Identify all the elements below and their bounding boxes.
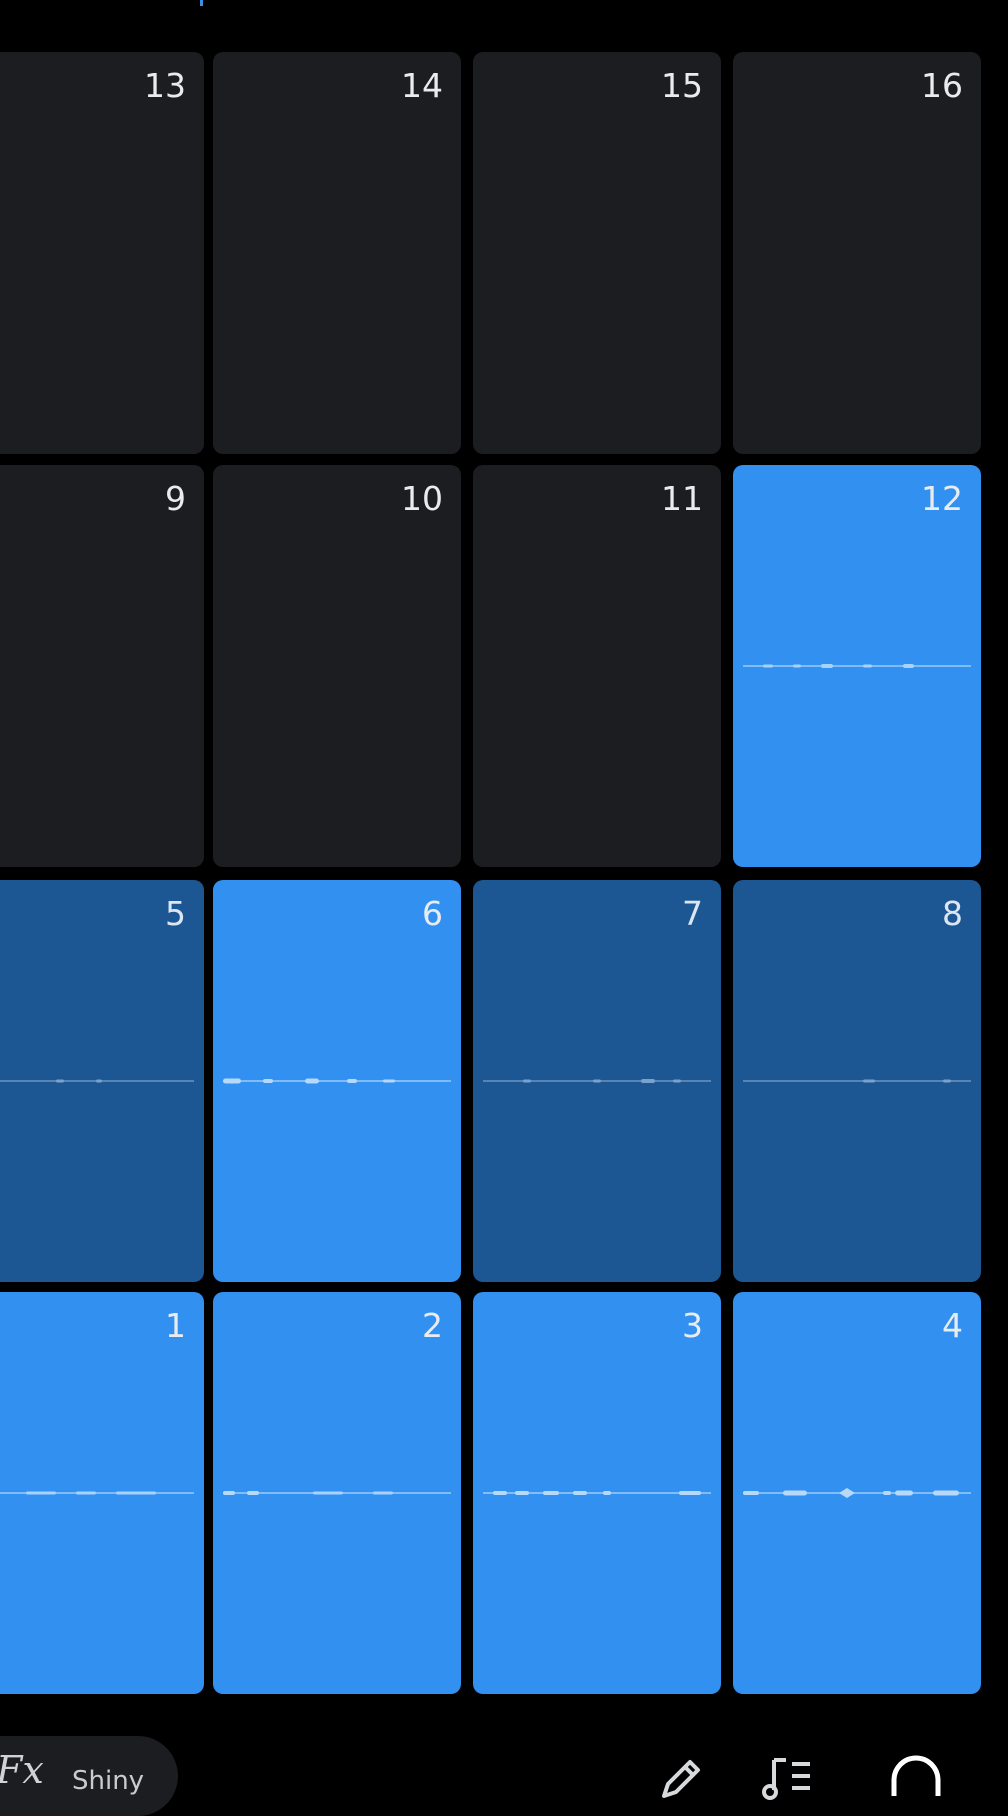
pad-number: 3 bbox=[682, 1306, 703, 1345]
pad-16[interactable]: 16 bbox=[733, 52, 981, 454]
preset-label: Shiny bbox=[72, 1766, 145, 1796]
pad-number: 15 bbox=[661, 66, 703, 105]
pad-5[interactable]: 5 bbox=[0, 880, 204, 1282]
pad-number: 12 bbox=[921, 479, 963, 518]
pad-15[interactable]: 15 bbox=[473, 52, 721, 454]
pad-number: 11 bbox=[661, 479, 703, 518]
fx-icon: Fx bbox=[0, 1748, 44, 1792]
pad-number: 5 bbox=[165, 894, 186, 933]
pencil-icon[interactable] bbox=[654, 1750, 710, 1806]
pad-number: 14 bbox=[401, 66, 443, 105]
pad-number: 16 bbox=[921, 66, 963, 105]
waveform bbox=[483, 1076, 711, 1086]
top-indicator bbox=[200, 0, 203, 6]
pad-7[interactable]: 7 bbox=[473, 880, 721, 1282]
pad-number: 2 bbox=[422, 1306, 443, 1345]
pad-number: 4 bbox=[942, 1306, 963, 1345]
pad-number: 8 bbox=[942, 894, 963, 933]
waveform bbox=[743, 1488, 971, 1498]
pad-14[interactable]: 14 bbox=[213, 52, 461, 454]
bottom-bar: Fx Shiny bbox=[0, 1720, 1008, 1816]
music-note-list-icon[interactable] bbox=[760, 1750, 816, 1806]
pad-number: 10 bbox=[401, 479, 443, 518]
waveform bbox=[483, 1488, 711, 1498]
pad-number: 9 bbox=[165, 479, 186, 518]
pad-number: 7 bbox=[682, 894, 703, 933]
pad-11[interactable]: 11 bbox=[473, 465, 721, 867]
pad-1[interactable]: 1 bbox=[0, 1292, 204, 1694]
pad-9[interactable]: 9 bbox=[0, 465, 204, 867]
pad-10[interactable]: 10 bbox=[213, 465, 461, 867]
pad-6[interactable]: 6 bbox=[213, 880, 461, 1282]
pad-4[interactable]: 4 bbox=[733, 1292, 981, 1694]
waveform bbox=[743, 1076, 971, 1086]
fx-preset-chip[interactable]: Fx Shiny bbox=[0, 1736, 178, 1816]
pad-8[interactable]: 8 bbox=[733, 880, 981, 1282]
waveform bbox=[0, 1488, 194, 1498]
waveform bbox=[223, 1488, 451, 1498]
pad-2[interactable]: 2 bbox=[213, 1292, 461, 1694]
waveform bbox=[0, 1076, 194, 1086]
pad-number: 6 bbox=[422, 894, 443, 933]
waveform bbox=[743, 661, 971, 671]
headphones-icon[interactable] bbox=[888, 1750, 944, 1806]
waveform bbox=[223, 1076, 451, 1086]
pad-3[interactable]: 3 bbox=[473, 1292, 721, 1694]
pad-12[interactable]: 12 bbox=[733, 465, 981, 867]
pad-13[interactable]: 13 bbox=[0, 52, 204, 454]
pad-number: 13 bbox=[144, 66, 186, 105]
pad-number: 1 bbox=[165, 1306, 186, 1345]
